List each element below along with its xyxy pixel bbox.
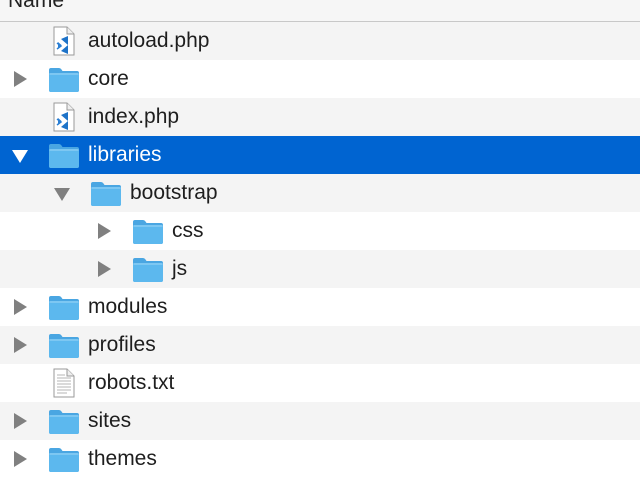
disclosure-triangle-expanded-icon[interactable]: [10, 145, 30, 165]
disclosure-triangle-collapsed-icon[interactable]: [10, 335, 30, 355]
list-item-label: robots.txt: [88, 371, 175, 394]
list-item-label: profiles: [88, 333, 156, 356]
folder-icon: [48, 64, 80, 94]
list-item-label: core: [88, 67, 129, 90]
list-item[interactable]: robots.txt: [0, 364, 640, 402]
list-item-label: js: [172, 257, 188, 280]
list-item-label: index.php: [88, 105, 180, 128]
chevron-right-icon: [14, 451, 27, 467]
file-list: autoload.php core index.php libraries bootst…: [0, 22, 640, 478]
folder-icon: [48, 444, 80, 474]
disclosure-triangle-expanded-icon[interactable]: [52, 183, 72, 203]
vscode-php-file-icon: [48, 102, 80, 132]
vscode-php-file-icon: [48, 26, 80, 56]
chevron-right-icon: [14, 413, 27, 429]
chevron-down-icon: [12, 150, 28, 163]
disclosure-triangle-collapsed-icon[interactable]: [10, 411, 30, 431]
list-item[interactable]: profiles: [0, 326, 640, 364]
list-item-label: css: [172, 219, 204, 242]
folder-icon: [48, 140, 80, 170]
disclosure-triangle-collapsed-icon[interactable]: [10, 69, 30, 89]
chevron-right-icon: [14, 71, 27, 87]
list-item[interactable]: modules: [0, 288, 640, 326]
list-item-label: themes: [88, 447, 157, 470]
name-column-header[interactable]: Name: [0, 0, 640, 22]
chevron-right-icon: [14, 337, 27, 353]
list-item[interactable]: autoload.php: [0, 22, 640, 60]
list-item[interactable]: themes: [0, 440, 640, 478]
list-item-label: autoload.php: [88, 29, 210, 52]
list-item[interactable]: js: [0, 250, 640, 288]
folder-icon: [48, 292, 80, 322]
chevron-right-icon: [98, 261, 111, 277]
list-item[interactable]: libraries: [0, 136, 640, 174]
chevron-right-icon: [98, 223, 111, 239]
list-item[interactable]: bootstrap: [0, 174, 640, 212]
list-item[interactable]: css: [0, 212, 640, 250]
disclosure-triangle-collapsed-icon[interactable]: [94, 221, 114, 241]
disclosure-triangle-collapsed-icon[interactable]: [10, 297, 30, 317]
finder-list-view: Name autoload.php core index.php libraries b…: [0, 0, 640, 480]
text-file-icon: [48, 368, 80, 398]
folder-icon: [132, 216, 164, 246]
list-item[interactable]: sites: [0, 402, 640, 440]
list-item[interactable]: core: [0, 60, 640, 98]
list-item-label: bootstrap: [130, 181, 218, 204]
folder-icon: [48, 330, 80, 360]
list-item-label: modules: [88, 295, 168, 318]
folder-icon: [90, 178, 122, 208]
folder-icon: [48, 406, 80, 436]
disclosure-triangle-collapsed-icon[interactable]: [10, 449, 30, 469]
list-item-label: sites: [88, 409, 132, 432]
list-item[interactable]: index.php: [0, 98, 640, 136]
name-column-header-label: Name: [8, 0, 65, 12]
chevron-down-icon: [54, 188, 70, 201]
disclosure-triangle-collapsed-icon[interactable]: [94, 259, 114, 279]
chevron-right-icon: [14, 299, 27, 315]
folder-icon: [132, 254, 164, 284]
list-item-label: libraries: [88, 143, 162, 166]
